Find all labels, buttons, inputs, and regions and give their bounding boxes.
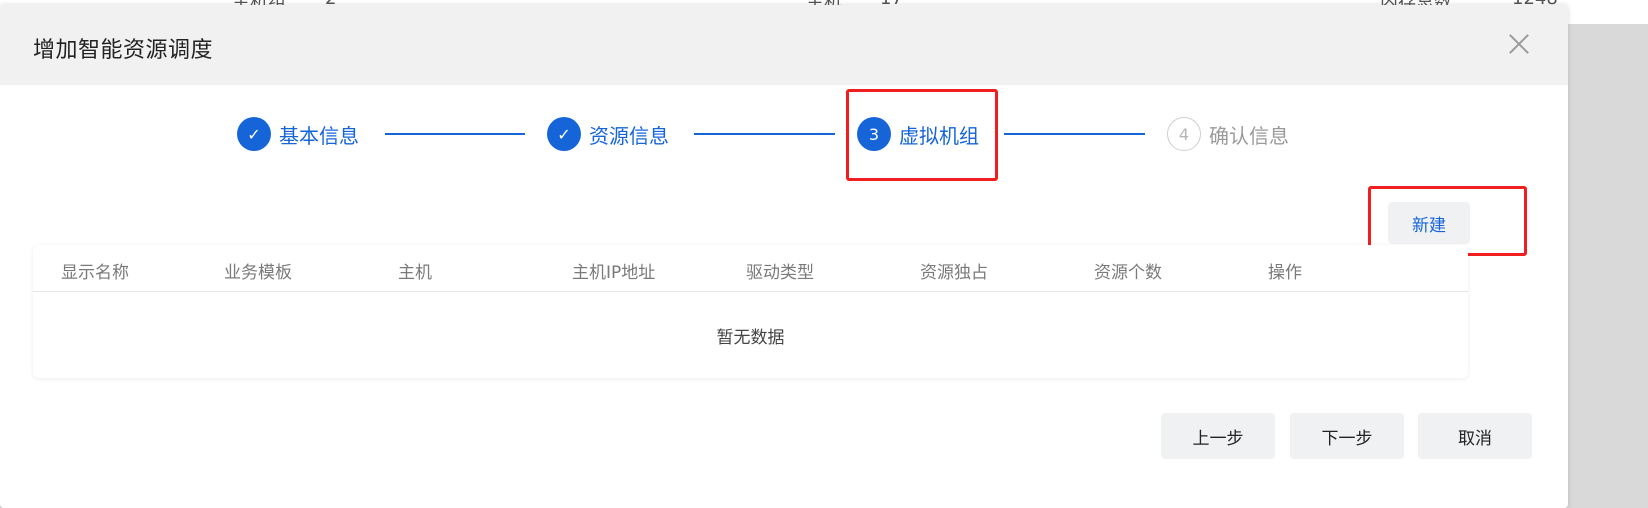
step-vm-group[interactable]: 3 虚拟机组 (857, 117, 979, 151)
dialog-header: 增加智能资源调度 (0, 5, 1568, 85)
previous-step-button[interactable]: 上一步 (1161, 413, 1275, 459)
step-label: 确认信息 (1209, 123, 1289, 148)
empty-state-text: 暂无数据 (716, 328, 785, 348)
check-icon: ✓ (237, 117, 271, 151)
column-header[interactable]: 主机IP地址 (572, 258, 655, 283)
vm-group-table: 显示名称 业务模板 主机 主机IP地址 驱动类型 资源独占 资源个数 操作 暂无… (33, 245, 1468, 378)
table-header: 显示名称 业务模板 主机 主机IP地址 驱动类型 资源独占 资源个数 操作 (33, 245, 1468, 292)
step-number: 3 (857, 117, 891, 151)
step-connector (1004, 133, 1145, 135)
step-label: 虚拟机组 (899, 123, 979, 148)
column-header[interactable]: 资源独占 (920, 258, 988, 283)
column-header[interactable]: 资源个数 (1094, 258, 1162, 283)
step-confirm-info[interactable]: 4 确认信息 (1167, 117, 1289, 151)
column-header[interactable]: 主机 (398, 258, 432, 283)
step-label: 资源信息 (589, 123, 669, 148)
next-step-button[interactable]: 下一步 (1290, 413, 1404, 459)
column-header[interactable]: 驱动类型 (746, 258, 814, 283)
check-icon: ✓ (547, 117, 581, 151)
close-icon[interactable] (1506, 31, 1532, 57)
step-number: 4 (1167, 117, 1201, 151)
column-header[interactable]: 业务模板 (224, 258, 292, 283)
column-header[interactable]: 操作 (1268, 258, 1302, 283)
dialog-title: 增加智能资源调度 (33, 38, 214, 63)
new-button[interactable]: 新建 (1388, 202, 1470, 244)
column-header[interactable]: 显示名称 (61, 258, 129, 283)
step-label: 基本信息 (279, 123, 359, 148)
step-connector (385, 133, 525, 135)
step-basic-info[interactable]: ✓ 基本信息 (237, 117, 359, 151)
step-resource-info[interactable]: ✓ 资源信息 (547, 117, 669, 151)
step-connector (694, 133, 835, 135)
cancel-button[interactable]: 取消 (1418, 413, 1532, 459)
